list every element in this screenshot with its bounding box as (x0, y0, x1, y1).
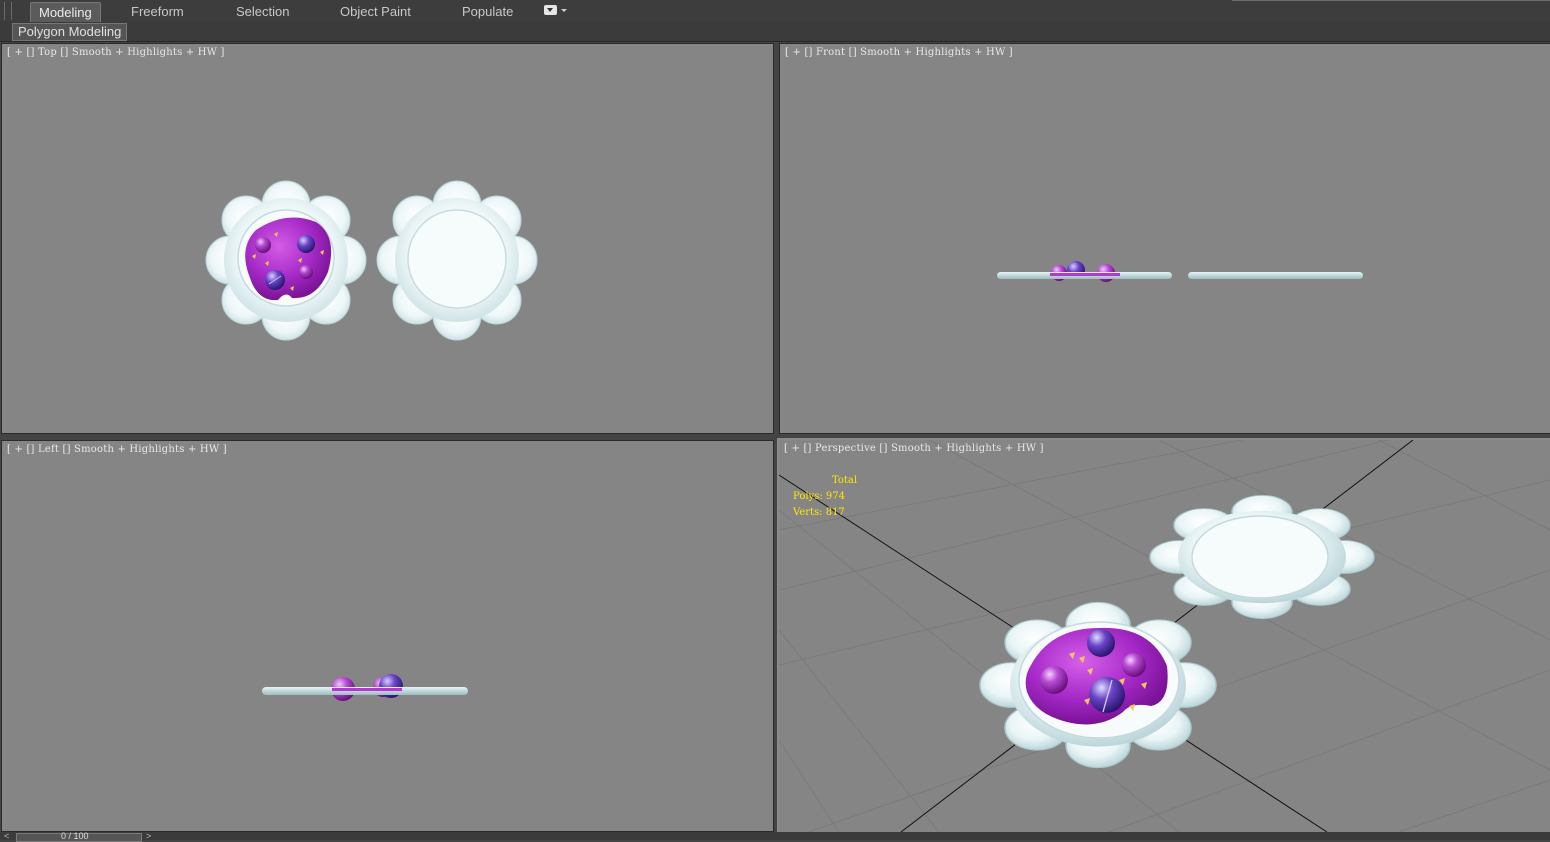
dropdown-icon (544, 5, 557, 15)
viewport-left-label[interactable]: [ + [] Left [] Smooth + Highlights + HW … (7, 444, 227, 455)
stats-polys: Polys: 974 (793, 491, 845, 502)
ribbon-divider (1232, 0, 1550, 1)
plates-left-view[interactable] (262, 674, 468, 701)
polygon-modeling-panel-button[interactable]: Polygon Modeling (12, 23, 128, 41)
viewport-top-scene (205, 180, 538, 341)
tab-modeling[interactable]: Modeling (30, 2, 101, 22)
plate-with-jam[interactable] (205, 180, 367, 341)
viewport-left[interactable]: [ + [] Left [] Smooth + Highlights + HW … (1, 440, 774, 832)
time-slider-thumb[interactable]: 0 / 100 (16, 831, 142, 842)
stats-verts: Verts: 817 (793, 507, 845, 518)
viewport-perspective-scene (779, 440, 1550, 832)
ribbon-grip-handle[interactable] (4, 2, 12, 20)
time-slider-next-button[interactable]: > (146, 832, 156, 841)
ribbon-options-dropdown[interactable] (544, 5, 570, 18)
viewport-front-scene (997, 261, 1363, 282)
viewport-left-scene (262, 674, 468, 701)
empty-plate-front[interactable] (1188, 272, 1363, 279)
empty-plate[interactable] (376, 180, 538, 341)
time-slider-prev-button[interactable]: < (4, 832, 14, 841)
chevron-down-icon (561, 9, 567, 12)
tab-selection[interactable]: Selection (228, 2, 297, 21)
viewport-perspective-label[interactable]: [ + [] Perspective [] Smooth + Highlight… (784, 443, 1044, 454)
stats-title: Total (832, 475, 858, 486)
ribbon-tab-bar: Modeling Freeform Selection Object Paint… (0, 0, 1550, 23)
viewport-front[interactable]: [ + [] Front [] Smooth + Highlights + HW… (779, 43, 1550, 434)
time-slider[interactable]: < 0 / 100 > (0, 831, 1550, 842)
tab-populate[interactable]: Populate (454, 2, 521, 21)
viewport-top[interactable]: [ + [] Top [] Smooth + Highlights + HW ] (1, 43, 774, 434)
tab-object-paint[interactable]: Object Paint (332, 2, 419, 21)
viewport-front-label[interactable]: [ + [] Front [] Smooth + Highlights + HW… (785, 47, 1013, 58)
tab-freeform[interactable]: Freeform (123, 2, 192, 21)
plate-with-jam-front[interactable] (997, 261, 1172, 282)
viewport-perspective[interactable]: [ + [] Perspective [] Smooth + Highlight… (777, 438, 1550, 834)
empty-plate-perspective[interactable] (1149, 494, 1375, 620)
ribbon-panel-row: Polygon Modeling (0, 22, 1550, 42)
scene-statistics: Total Polys: 974 Verts: 817 (793, 473, 857, 521)
plate-with-jam-perspective[interactable] (979, 601, 1217, 769)
viewport-top-label[interactable]: [ + [] Top [] Smooth + Highlights + HW ] (7, 47, 225, 58)
